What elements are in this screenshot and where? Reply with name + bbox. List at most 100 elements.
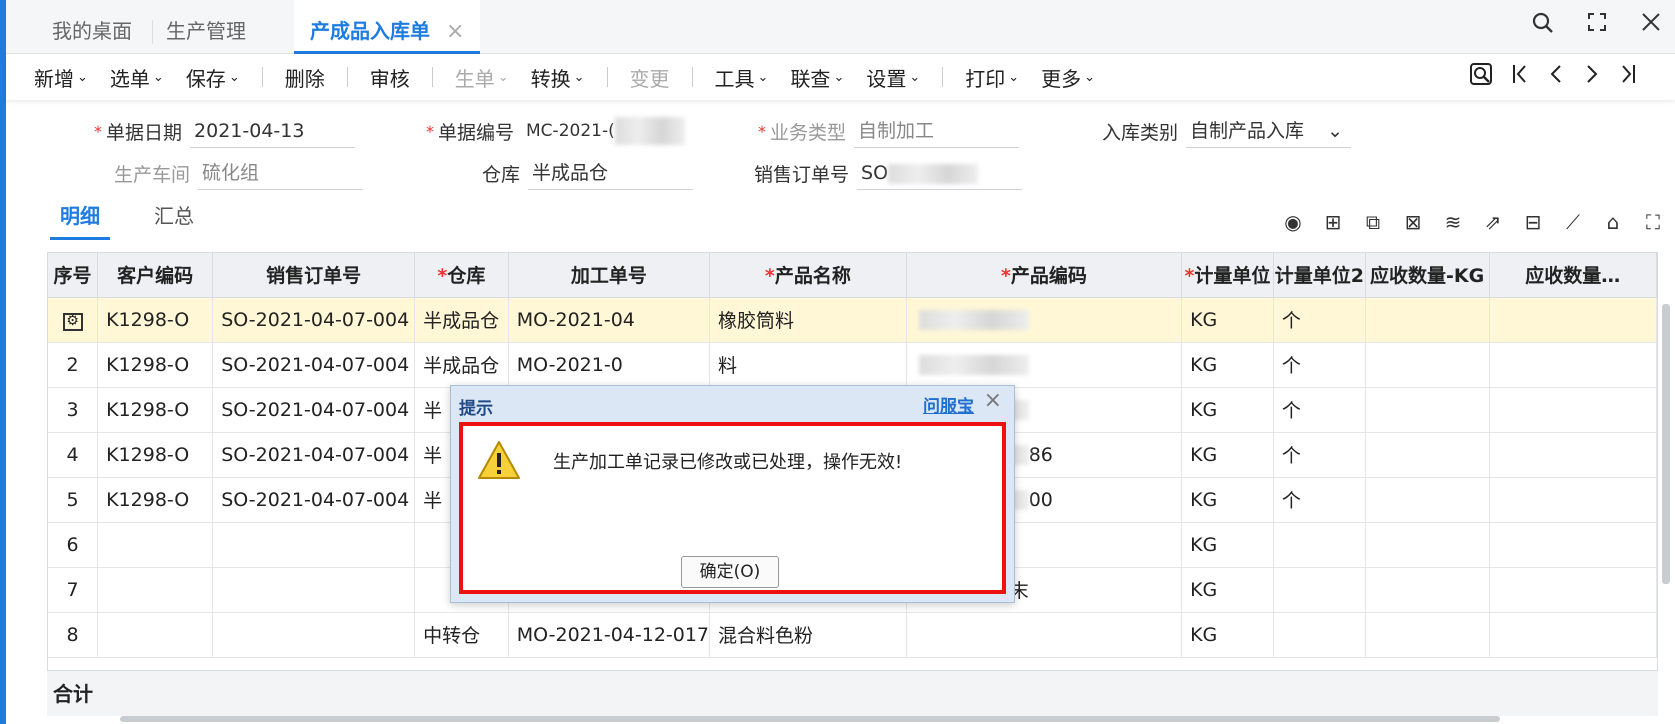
linked-query-button[interactable]: 联查 ⌄ [790,63,844,92]
table-cell-so[interactable] [212,522,416,568]
col-header-seq[interactable]: 序号 [48,253,99,298]
table-cell-unit2[interactable]: 个 [1273,477,1366,523]
more-button[interactable]: 更多 ⌄ [1041,63,1095,92]
horizontal-scrollbar[interactable] [120,716,1500,722]
in-type-select[interactable]: 自制产品入库 ⌄ [1186,114,1352,148]
col-header-mo-no[interactable]: 加工单号 [508,253,711,298]
table-cell-wh[interactable]: 半成品仓 [414,297,509,343]
table-cell-qty[interactable] [1365,387,1490,433]
row-settings-icon[interactable]: ⚙ [62,313,83,331]
table-cell-unit[interactable]: KG [1181,432,1274,478]
table-cell-code[interactable] [906,297,1183,343]
table-row[interactable]: ⚙ K1298-O SO-2021-04-07-004 半成品仓 MO-2021-04 橡… [48,297,1657,343]
col-header-warehouse[interactable]: *仓库 [414,253,509,298]
col-header-customer-code[interactable]: 客户编码 [97,253,214,298]
table-cell-qty[interactable] [1489,477,1657,523]
biz-type-input[interactable]: 自制加工 [854,114,1020,148]
table-cell-unit[interactable]: KG [1181,522,1274,568]
warehouse-icon[interactable]: ⌂ [1601,210,1625,234]
help-link[interactable]: 问服宝 [923,392,974,417]
new-button[interactable]: 新增 ⌄ [34,63,88,92]
change-button[interactable]: 变更 [630,63,670,92]
table-cell-no[interactable]: ⚙ [48,297,99,343]
warehouse-input[interactable]: 半成品仓 [528,156,694,190]
table-cell-unit2[interactable]: 个 [1273,387,1366,433]
preview-icon[interactable] [1469,62,1493,92]
batch-edit-icon[interactable]: ≋ [1441,210,1465,234]
table-cell-so[interactable]: SO-2021-04-07-004 [212,432,416,478]
table-cell-unit2[interactable] [1273,567,1366,613]
col-header-qty-more[interactable]: 应收数量… [1489,253,1657,298]
table-cell-no[interactable]: 6 [48,522,99,568]
export-icon[interactable]: ⇗ [1481,210,1505,234]
table-cell-mo[interactable]: MO-2021-04 [508,297,711,343]
table-cell-cust[interactable]: K1298-O [97,432,214,478]
add-row-icon[interactable]: ⊞ [1321,210,1345,234]
table-cell-no[interactable]: 4 [48,432,99,478]
close-tab-icon[interactable]: × [446,19,464,44]
table-cell-cust[interactable] [97,522,214,568]
table-cell-cust[interactable]: K1298-O [97,342,214,388]
table-cell-qty[interactable] [1489,297,1657,343]
table-cell-unit[interactable]: KG [1181,342,1274,388]
split-icon[interactable]: ⊟ [1521,210,1545,234]
next-record-icon[interactable] [1583,62,1601,92]
table-cell-no[interactable]: 3 [48,387,99,433]
table-cell-no[interactable]: 5 [48,477,99,523]
last-record-icon[interactable] [1619,62,1637,92]
ok-button[interactable]: 确定(O) [681,556,779,588]
expand-icon[interactable] [1583,12,1611,40]
tab-detail[interactable]: 明细 [50,200,110,240]
table-cell-unit[interactable]: KG [1181,567,1274,613]
table-cell-no[interactable]: 8 [48,612,99,658]
ruler-icon[interactable]: ⟋ [1561,210,1585,234]
table-cell-qty[interactable] [1365,567,1490,613]
table-cell-cust[interactable]: K1298-O [97,387,214,433]
table-cell-unit2[interactable]: 个 [1273,342,1366,388]
table-cell-unit2[interactable]: 个 [1273,297,1366,343]
table-cell-cust[interactable] [97,567,214,613]
table-cell-wh[interactable]: 半成品仓 [414,342,509,388]
sales-order-input[interactable]: SO [857,156,1023,190]
table-cell-unit[interactable]: KG [1181,387,1274,433]
table-cell-so[interactable]: SO-2021-04-07-004 [212,342,416,388]
table-cell-so[interactable] [212,612,416,658]
col-header-qty-kg[interactable]: 应收数量-KG [1365,253,1490,298]
doc-no-input[interactable]: MC-2021-( [522,114,687,148]
convert-button[interactable]: 转换 ⌄ [531,63,585,92]
doc-date-input[interactable]: 2021-04-13 [190,114,356,148]
table-cell-no[interactable]: 2 [48,342,99,388]
settings-button[interactable]: 设置 ⌄ [866,63,920,92]
tab-production-management[interactable]: 生产管理 [166,0,246,54]
close-icon[interactable]: × [984,388,1002,413]
table-cell-qty[interactable] [1489,612,1657,658]
tab-finished-goods-receipt[interactable]: 产成品入库单 × [294,0,481,54]
table-cell-so[interactable]: SO-2021-04-07-004 [212,477,416,523]
generate-doc-button[interactable]: 生单 ⌄ [455,63,509,92]
search-icon[interactable] [1529,12,1557,40]
table-cell-qty[interactable] [1365,522,1490,568]
table-row[interactable]: 2 K1298-O SO-2021-04-07-004 半成品仓 MO-2021-0 料 K… [48,342,1657,388]
table-cell-unit2[interactable] [1273,612,1366,658]
fullscreen-icon[interactable]: ⛶ [1641,210,1665,234]
table-cell-qty[interactable] [1489,567,1657,613]
table-cell-unit[interactable]: KG [1181,612,1274,658]
table-cell-name[interactable]: 混合料色粉 [709,612,907,658]
table-cell-so[interactable]: SO-2021-04-07-004 [212,387,416,433]
table-cell-unit2[interactable]: 个 [1273,432,1366,478]
table-cell-qty[interactable] [1489,432,1657,478]
table-cell-qty[interactable] [1365,432,1490,478]
table-cell-no[interactable]: 7 [48,567,99,613]
delete-button[interactable]: 删除 [285,63,325,92]
table-cell-unit2[interactable] [1273,522,1366,568]
tools-button[interactable]: 工具 ⌄ [715,63,769,92]
vertical-scrollbar[interactable] [1662,304,1670,584]
prev-record-icon[interactable] [1547,62,1565,92]
audit-button[interactable]: 审核 [370,63,410,92]
table-cell-qty[interactable] [1365,612,1490,658]
table-cell-code[interactable] [906,342,1183,388]
delete-row-icon[interactable]: ⊠ [1401,210,1425,234]
col-header-product-code[interactable]: *产品编码 [906,253,1183,298]
table-cell-unit[interactable]: KG [1181,297,1274,343]
table-row[interactable]: 8 中转仓 MO-2021-04-12-017 混合料色粉 KG [48,612,1657,658]
